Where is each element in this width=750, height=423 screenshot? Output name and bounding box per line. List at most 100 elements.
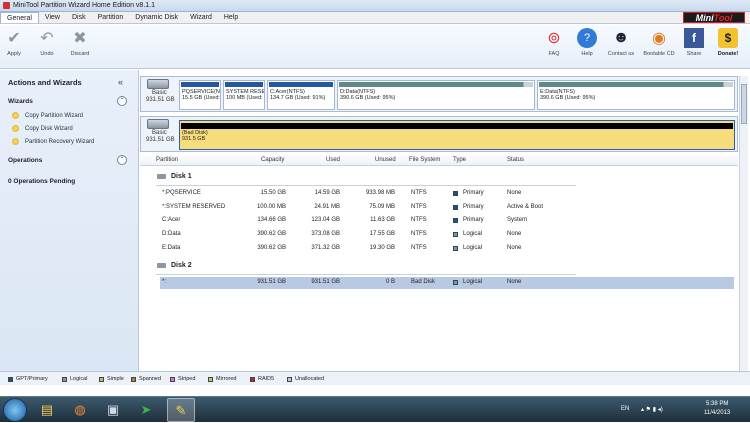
disk2-row-0-cell-3[interactable]: 0 B [386, 279, 395, 285]
scrollbar-thumb[interactable] [741, 84, 747, 124]
disk1-row-0-cell-3[interactable]: 933.98 MB [366, 190, 395, 196]
apply-button[interactable]: ✔ Apply [4, 28, 24, 57]
disk1-row-3-cell-4[interactable]: NTFS [411, 231, 427, 237]
explorer-taskbar-icon[interactable]: ▤ [33, 398, 61, 422]
start-button[interactable] [3, 398, 27, 422]
disk1-row-4-cell-6[interactable]: None [507, 245, 521, 251]
menu-help[interactable]: Help [218, 12, 244, 23]
disk1-row-4-cell-4[interactable]: NTFS [411, 245, 427, 251]
map-partition-pqservice[interactable]: PQSERVICE(N15.5 GB (Used: 94%) [179, 80, 221, 110]
menu-general[interactable]: General [0, 12, 39, 23]
disk1-row-3-cell-5[interactable]: Logical [463, 231, 482, 237]
menu-disk[interactable]: Disk [66, 12, 92, 23]
disk1-row-1-cell-3[interactable]: 75.09 MB [369, 204, 395, 210]
legend-item-raid5: RAID5 [250, 376, 274, 382]
discard-button[interactable]: ✖ Discard [68, 28, 92, 57]
menu-bar: General View Disk Partition Dynamic Disk… [0, 12, 750, 24]
disk1-row-1-cell-2[interactable]: 24.91 MB [314, 204, 340, 210]
disk1-row-3-cell-0[interactable]: D:Data [162, 231, 181, 237]
disk1-map-row[interactable]: Basic 931.51 GB PQSERVICE(N 15.5 GB (Used… [140, 76, 738, 112]
minitool-taskbar-icon[interactable]: ✎ [167, 398, 195, 422]
clock-date[interactable]: 11/4/2013 [704, 410, 730, 416]
disk2-header[interactable]: Disk 2 [157, 262, 192, 269]
map-partition-bad-disk[interactable]: (Bad Disk) 931.5 GB [179, 120, 735, 150]
language-indicator[interactable]: EN [621, 406, 629, 412]
copy-disk-wizard[interactable]: Copy Disk Wizard [12, 125, 73, 132]
copy-partition-wizard[interactable]: Copy Partition Wizard [12, 112, 83, 119]
disk1-row-0-cell-1[interactable]: 15.50 GB [261, 190, 286, 196]
col-unused[interactable]: Unused [375, 157, 396, 163]
disk2-map-row[interactable]: Basic 931.51 GB (Bad Disk) 931.5 GB [140, 116, 738, 152]
disk1-row-0-cell-2[interactable]: 14.59 GB [315, 190, 340, 196]
disk1-row-3-cell-6[interactable]: None [507, 231, 521, 237]
disk1-row-1-cell-6[interactable]: Active & Boot [507, 204, 543, 210]
disk1-row-2-cell-1[interactable]: 134.66 GB [257, 217, 286, 223]
contact-button[interactable]: ☻ Contact us [605, 28, 637, 57]
part-info: 134.7 GB (Used: 91%) [270, 95, 326, 101]
app-taskbar-icon[interactable]: ➤ [132, 398, 160, 422]
col-file-system[interactable]: File System [409, 157, 440, 163]
disk1-header[interactable]: Disk 1 [157, 173, 192, 180]
disk1-row-4-cell-0[interactable]: E:Data [162, 245, 180, 251]
col-status[interactable]: Status [507, 157, 524, 163]
disk2-row-0-cell-2[interactable]: 931.51 GB [311, 279, 340, 285]
disk1-row-1-cell-0[interactable]: *:SYSTEM RESERVED [162, 204, 225, 210]
map-partition-d[interactable]: D:Data(NTFS) 390.6 GB (Used: 95%) [337, 80, 535, 110]
type-color-swatch [453, 218, 458, 224]
disk1-row-4-cell-3[interactable]: 19.30 GB [370, 245, 395, 251]
faq-button[interactable]: ⊚ FAQ [543, 28, 565, 57]
disk1-row-3-cell-2[interactable]: 373.08 GB [311, 231, 340, 237]
computer-taskbar-icon[interactable]: ▣ [99, 398, 127, 422]
disk1-row-3-cell-3[interactable]: 17.55 GB [370, 231, 395, 237]
disk2-row-0-cell-6[interactable]: None [507, 279, 521, 285]
col-partition[interactable]: Partition [156, 157, 178, 163]
col-capacity[interactable]: Capacity [261, 157, 284, 163]
disk1-row-1-cell-1[interactable]: 100.00 MB [257, 204, 286, 210]
tray-icons[interactable]: ▴ ⚑ ▮ ◂) [641, 406, 663, 413]
legend-label: Spanned [139, 376, 162, 382]
partition-recovery-wizard[interactable]: Partition Recovery Wizard [12, 138, 94, 145]
bootable-cd-button[interactable]: ◉ Bootable CD [641, 28, 677, 57]
undo-button[interactable]: ↶ Undo [36, 28, 58, 57]
vertical-scrollbar[interactable] [739, 76, 748, 371]
help-button[interactable]: ? Help [576, 28, 598, 57]
disk1-row-0-cell-5[interactable]: Primary [463, 190, 484, 196]
disk2-row-0-cell-5[interactable]: Logical [463, 279, 482, 285]
disk1-row-2-cell-3[interactable]: 11.63 GB [370, 217, 395, 223]
disk1-row-0-cell-4[interactable]: NTFS [411, 190, 427, 196]
disk1-row-2-cell-5[interactable]: Primary [463, 217, 484, 223]
disk1-row-0-cell-6[interactable]: None [507, 190, 521, 196]
disk1-row-1-cell-5[interactable]: Primary [463, 204, 484, 210]
menu-partition[interactable]: Partition [92, 12, 130, 23]
clock-time[interactable]: 5:38 PM [706, 401, 728, 407]
map-partition-system-reserved[interactable]: SYSTEM RESEI100 MB (Used: 24%) [223, 80, 265, 110]
menu-wizard[interactable]: Wizard [184, 12, 218, 23]
share-button[interactable]: f Share [683, 28, 705, 57]
legend-label: Unallocated [295, 376, 325, 382]
donate-button[interactable]: $ Donate! [713, 28, 743, 57]
col-type[interactable]: Type [453, 157, 466, 163]
disk1-row-4-cell-1[interactable]: 390.62 GB [257, 245, 286, 251]
map-partition-c[interactable]: C:Acer(NTFS) 134.7 GB (Used: 91%) [267, 80, 335, 110]
map-partition-e[interactable]: E:Data(NTFS) 390.6 GB (Used: 95%) [537, 80, 735, 110]
disk1-row-2-cell-0[interactable]: C:Acer [162, 217, 180, 223]
disk2-row-0-cell-1[interactable]: 931.51 GB [257, 279, 286, 285]
disk1-row-2-cell-4[interactable]: NTFS [411, 217, 427, 223]
disk1-row-0-cell-0[interactable]: *:PQSERVICE [162, 190, 201, 196]
disk1-row-3-cell-1[interactable]: 390.62 GB [257, 231, 286, 237]
collapse-sidebar-icon[interactable]: « [118, 77, 123, 87]
disk1-row-4-cell-5[interactable]: Logical [463, 245, 482, 251]
menu-dynamic-disk[interactable]: Dynamic Disk [129, 12, 184, 23]
operations-collapse-icon[interactable]: ⌃ [117, 155, 127, 165]
help-label: Help [581, 51, 593, 57]
disk1-row-1-cell-4[interactable]: NTFS [411, 204, 427, 210]
col-used[interactable]: Used [326, 157, 340, 163]
disk2-row-0-cell-4[interactable]: Bad Disk [411, 279, 435, 285]
disk1-row-2-cell-2[interactable]: 123.04 GB [311, 217, 340, 223]
firefox-taskbar-icon[interactable]: ◍ [66, 398, 94, 422]
wizards-collapse-icon[interactable]: ⌃ [117, 96, 127, 106]
disk2-row-0-cell-0[interactable]: *: [162, 279, 166, 285]
menu-view[interactable]: View [39, 12, 66, 23]
disk1-row-4-cell-2[interactable]: 371.32 GB [311, 245, 340, 251]
disk1-row-2-cell-6[interactable]: System [507, 217, 527, 223]
